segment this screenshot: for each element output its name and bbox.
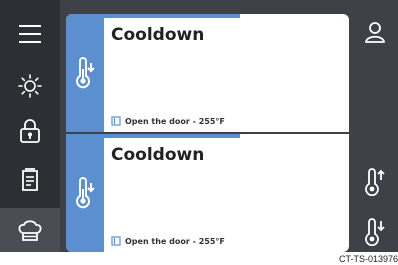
door-icon	[111, 236, 121, 246]
cooking-card-1[interactable]: Cooldown Open the door - 255°F	[66, 14, 349, 132]
door-icon	[111, 116, 121, 126]
status-text: Open the door - 255°F	[125, 236, 225, 246]
cooking-button[interactable]	[0, 208, 60, 252]
figure-code: CT-TS-013976	[338, 254, 398, 264]
temperature-down-icon	[365, 218, 385, 246]
temperature-down-icon	[76, 177, 95, 209]
card-status: Open the door - 255°F	[111, 116, 225, 126]
right-sidebar	[352, 0, 398, 252]
temperature-up-button[interactable]	[352, 160, 398, 204]
light-button[interactable]	[0, 64, 60, 108]
card-strip	[66, 134, 104, 252]
card-title: Cooldown	[111, 145, 205, 165]
temperature-up-icon	[365, 168, 385, 196]
user-icon	[365, 22, 385, 43]
temperature-down-icon	[76, 57, 95, 89]
menu-button[interactable]	[0, 12, 60, 56]
left-sidebar	[0, 0, 60, 252]
progress-bar	[104, 14, 240, 18]
status-text: Open the door - 255°F	[125, 116, 225, 126]
progress-bar	[104, 134, 240, 138]
recipes-button[interactable]	[0, 158, 60, 202]
card-title: Cooldown	[111, 25, 205, 45]
sun-icon	[18, 74, 42, 98]
card-status: Open the door - 255°F	[111, 236, 225, 246]
recipe-book-icon	[22, 168, 38, 191]
chef-hat-icon	[18, 220, 42, 241]
card-strip	[66, 14, 104, 132]
menu-icon	[19, 25, 41, 43]
cooking-card-2[interactable]: Cooldown Open the door - 255°F	[66, 134, 349, 252]
user-button[interactable]	[352, 10, 398, 54]
temperature-down-button[interactable]	[352, 210, 398, 254]
lock-icon	[20, 119, 40, 143]
lock-button[interactable]	[0, 109, 60, 153]
oven-screen: Cooldown Open the door - 255°F Cooldown	[0, 0, 398, 252]
